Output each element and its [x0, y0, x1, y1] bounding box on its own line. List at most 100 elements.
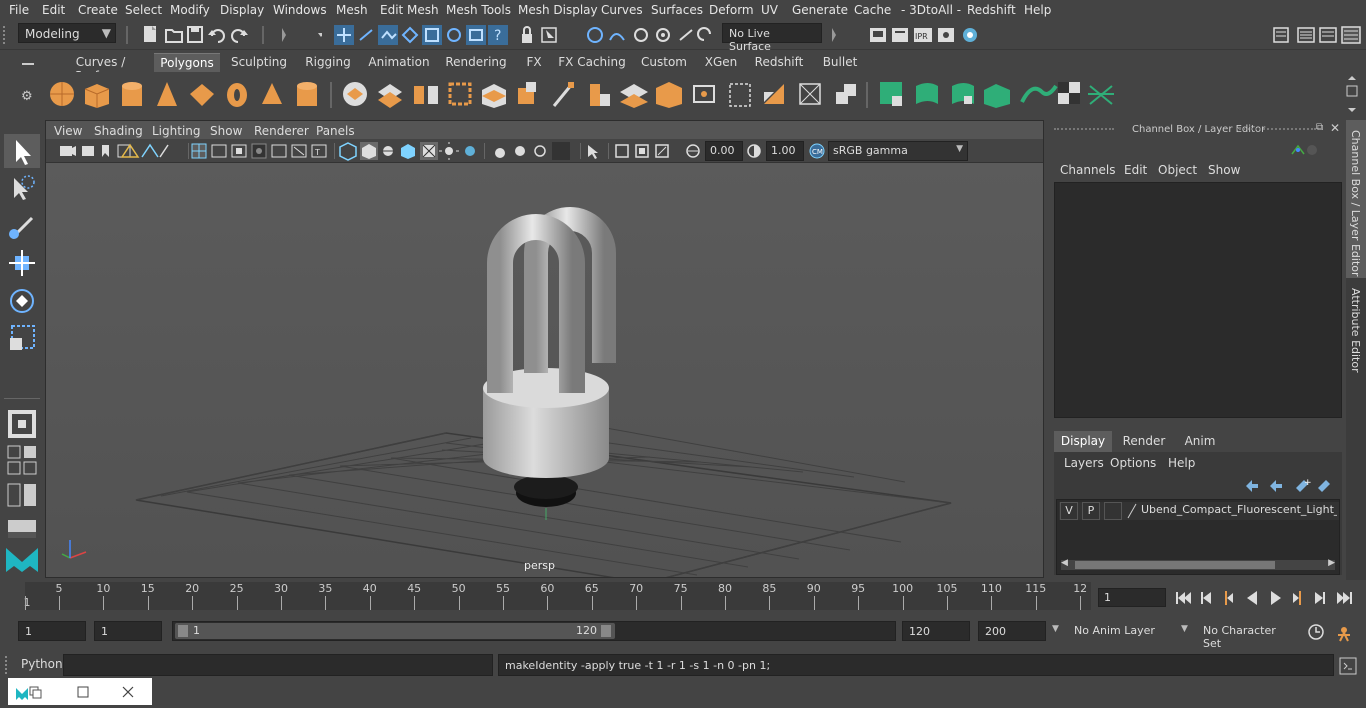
xray-icon[interactable] — [588, 145, 598, 159]
fill-hole-icon[interactable] — [693, 85, 715, 103]
boolean-icon[interactable] — [518, 82, 536, 104]
wrap-deformer-icon[interactable] — [1088, 85, 1114, 105]
grip-handle[interactable] — [3, 26, 9, 44]
soft-modification-icon[interactable] — [8, 410, 36, 438]
tab-polygons[interactable]: Polygons — [154, 53, 220, 72]
command-language[interactable]: Python — [21, 657, 63, 671]
end-time-field[interactable]: 120 — [902, 621, 970, 641]
grip-handle[interactable] — [1236, 128, 1316, 130]
tab-bullet[interactable]: Bullet — [816, 53, 864, 72]
hypershade-icon[interactable] — [963, 28, 977, 42]
menu-mesh-display[interactable]: Mesh Display — [518, 3, 598, 17]
menu-curves[interactable]: Curves — [601, 3, 643, 17]
command-input[interactable] — [63, 654, 493, 676]
wireframe-on-shaded-icon[interactable] — [382, 146, 394, 156]
horizontal-scrollbar[interactable]: ◀ ▶ — [1061, 558, 1335, 570]
playback-toggle[interactable]: P — [1082, 502, 1100, 520]
menu-create[interactable]: Create — [78, 3, 118, 17]
gate-mask-icon[interactable] — [211, 144, 227, 158]
poly-cylinder-icon[interactable] — [122, 82, 142, 106]
sculpt-icon[interactable] — [952, 83, 974, 104]
select-tool-icon[interactable] — [4, 134, 40, 168]
lasso-tool-icon[interactable] — [14, 175, 35, 200]
select-by-component-icon[interactable] — [378, 25, 398, 45]
magnet-snap-icon[interactable] — [587, 27, 603, 43]
poly-plane-icon[interactable] — [190, 84, 214, 106]
snap-point-icon[interactable] — [634, 28, 648, 42]
mesh-cleanup-icon[interactable] — [880, 82, 902, 106]
shelf-scroll-icon[interactable] — [1346, 76, 1358, 112]
extract-icon[interactable] — [414, 86, 438, 104]
range-start-handle[interactable] — [178, 625, 188, 637]
rotate-tool-icon[interactable] — [10, 289, 34, 313]
single-pane-layout-icon[interactable] — [7, 445, 36, 459]
render-sequence-icon[interactable] — [892, 28, 908, 42]
snap-surface-icon[interactable] — [656, 28, 670, 42]
paint-select-icon[interactable] — [9, 216, 34, 240]
redo-icon[interactable] — [231, 29, 248, 43]
poly-cube-icon[interactable] — [84, 84, 110, 108]
bookmark-icon[interactable] — [102, 145, 109, 157]
menu-surfaces[interactable]: Surfaces — [651, 3, 703, 17]
help-menu[interactable]: Help — [1168, 456, 1195, 470]
character-set-dropdown[interactable]: No Character Set — [1196, 621, 1300, 650]
extrude-icon[interactable] — [590, 84, 610, 106]
graph-layout-icon[interactable] — [8, 520, 36, 538]
tab-attribute-editor[interactable]: Attribute Editor — [1346, 282, 1366, 374]
current-frame-field[interactable]: 1 — [1098, 588, 1166, 607]
channel-box-content[interactable] — [1054, 182, 1342, 418]
anim-layer-dropdown[interactable]: No Anim Layer — [1066, 621, 1176, 641]
tab-render[interactable]: Render — [1116, 431, 1172, 452]
new-scene-icon[interactable] — [144, 26, 156, 42]
move-layer-down-icon[interactable] — [1270, 480, 1282, 492]
step-forward-icon[interactable] — [1315, 592, 1325, 604]
new-layer-icon[interactable]: + — [1296, 478, 1312, 492]
outliner-layout-icon[interactable] — [7, 483, 36, 507]
bridge-icon[interactable] — [482, 84, 506, 108]
display-type-toggle[interactable] — [1104, 502, 1122, 520]
save-scene-icon[interactable] — [187, 26, 203, 43]
menu-windows[interactable]: Windows — [273, 3, 327, 17]
time-slider[interactable]: 1 5 10 15 20 25 30 35 40 45 50 55 60 65 70 75 80 85 90 95 10… — [17, 582, 1092, 612]
menu-edit-mesh[interactable]: Edit Mesh — [380, 3, 439, 17]
poly-prism-icon[interactable] — [262, 83, 282, 104]
open-scene-icon[interactable] — [165, 29, 183, 43]
mode-selector[interactable]: Modeling ▼ — [18, 23, 116, 43]
xray-joints-icon[interactable] — [615, 144, 629, 158]
step-forward-key-icon[interactable] — [1293, 591, 1301, 605]
time-slider-track[interactable]: 1 5 10 15 20 25 30 35 40 45 50 55 60 65 70 75 80 85 90 95 10… — [24, 582, 1091, 610]
isolate-select-icon[interactable] — [552, 142, 570, 160]
menu-3dtoall[interactable]: - 3DtoAll - — [901, 3, 961, 17]
mirror-icon[interactable] — [764, 84, 784, 104]
tab-animation[interactable]: Animation — [362, 53, 436, 72]
safe-action-icon[interactable] — [251, 143, 267, 159]
screen-space-ao-icon[interactable] — [465, 146, 475, 156]
smooth-shading-icon[interactable] — [360, 142, 378, 160]
render-frame-icon[interactable] — [870, 28, 886, 42]
menu-deform[interactable]: Deform — [709, 3, 754, 17]
poly-pipe-icon[interactable] — [297, 82, 317, 106]
arrow-right-icon[interactable]: ▶ — [1328, 558, 1335, 568]
snap-to-point-icon[interactable] — [444, 25, 464, 45]
scene-view[interactable] — [46, 163, 1043, 584]
grip-handle[interactable] — [5, 656, 13, 674]
snap-to-curve-icon[interactable] — [422, 25, 442, 45]
scrollbar-thumb[interactable] — [1075, 561, 1275, 569]
tab-sculpting[interactable]: Sculpting — [224, 53, 294, 72]
xray-components-icon[interactable] — [635, 144, 649, 158]
manipulator-icon[interactable] — [1291, 144, 1305, 155]
modeling-toolkit-icon[interactable] — [1273, 27, 1289, 43]
exposure-icon[interactable] — [686, 144, 700, 158]
poly-torus-icon[interactable] — [227, 83, 247, 107]
film-gate-icon[interactable] — [141, 143, 159, 158]
tab-redshift[interactable]: Redshift — [746, 53, 812, 72]
poly-sphere-icon[interactable] — [50, 82, 74, 106]
chevron-down-icon[interactable]: ▼ — [1052, 624, 1059, 634]
motion-blur-icon[interactable] — [495, 148, 505, 158]
layers-menu[interactable]: Layers — [1064, 456, 1104, 470]
snap-live-icon[interactable] — [679, 29, 693, 41]
range-slider-handle[interactable]: 1 120 — [175, 623, 615, 639]
snap-to-grid-icon[interactable] — [400, 25, 420, 45]
color-space-dropdown[interactable]: sRGB gamma ▼ — [828, 141, 968, 161]
menu-modify[interactable]: Modify — [170, 3, 210, 17]
